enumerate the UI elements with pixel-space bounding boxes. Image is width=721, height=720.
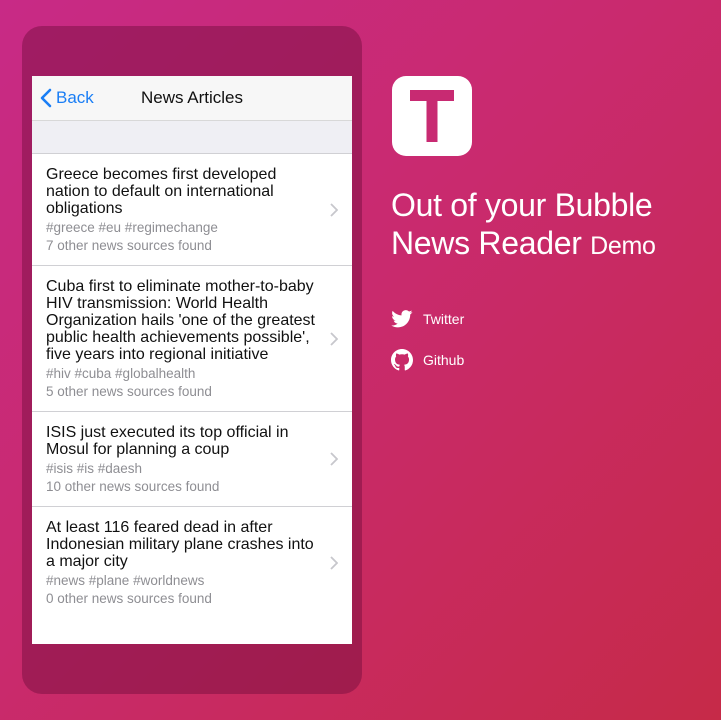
twitter-link[interactable]: Twitter	[391, 310, 464, 328]
github-label: Github	[423, 352, 465, 368]
phone-screen: Back News Articles Greece becomes first …	[32, 76, 352, 644]
phone-frame: Back News Articles Greece becomes first …	[22, 26, 362, 694]
app-headline: Out of your Bubble News Reader Demo	[391, 186, 656, 265]
github-link[interactable]: Github	[391, 349, 464, 371]
twitter-label: Twitter	[423, 311, 465, 327]
article-tags: #hiv #cuba #globalhealth	[46, 366, 196, 381]
article-sources-count: 7 other news sources found	[46, 238, 212, 253]
section-header-spacer	[32, 121, 352, 154]
article-sources-count: 10 other news sources found	[46, 479, 220, 494]
article-row[interactable]: At least 116 feared dead in after Indone…	[32, 507, 352, 618]
article-sources-count: 5 other news sources found	[46, 384, 212, 399]
headline-line-2: News Reader Demo	[391, 224, 656, 265]
navigation-bar: Back News Articles	[32, 76, 352, 121]
article-title: ISIS just executed its top official in M…	[46, 424, 289, 458]
article-row[interactable]: Cuba first to eliminate mother-to-baby H…	[32, 266, 352, 412]
twitter-icon	[391, 310, 413, 328]
app-logo	[392, 76, 472, 156]
t-logo-icon	[410, 90, 454, 142]
headline-demo-label: Demo	[590, 232, 656, 260]
article-sources-count: 0 other news sources found	[46, 591, 212, 606]
article-title: At least 116 feared dead in after Indone…	[46, 519, 314, 570]
article-tags: #news #plane #worldnews	[46, 573, 205, 588]
chevron-right-icon	[330, 555, 338, 570]
article-title: Greece becomes first developed nation to…	[46, 166, 277, 217]
chevron-right-icon	[330, 202, 338, 217]
page-title: News Articles	[140, 88, 244, 107]
headline-app-name: News Reader	[391, 225, 582, 261]
article-tags: #greece #eu #regimechange	[46, 220, 218, 235]
github-icon	[391, 349, 413, 371]
headline-line-1: Out of your Bubble	[391, 187, 653, 223]
chevron-right-icon	[330, 331, 338, 346]
article-title: Cuba first to eliminate mother-to-baby H…	[46, 278, 315, 363]
article-tags: #isis #is #daesh	[46, 461, 143, 476]
chevron-right-icon	[330, 452, 338, 466]
article-row[interactable]: ISIS just executed its top official in M…	[32, 412, 352, 507]
article-row[interactable]: Greece becomes first developed nation to…	[32, 154, 352, 266]
